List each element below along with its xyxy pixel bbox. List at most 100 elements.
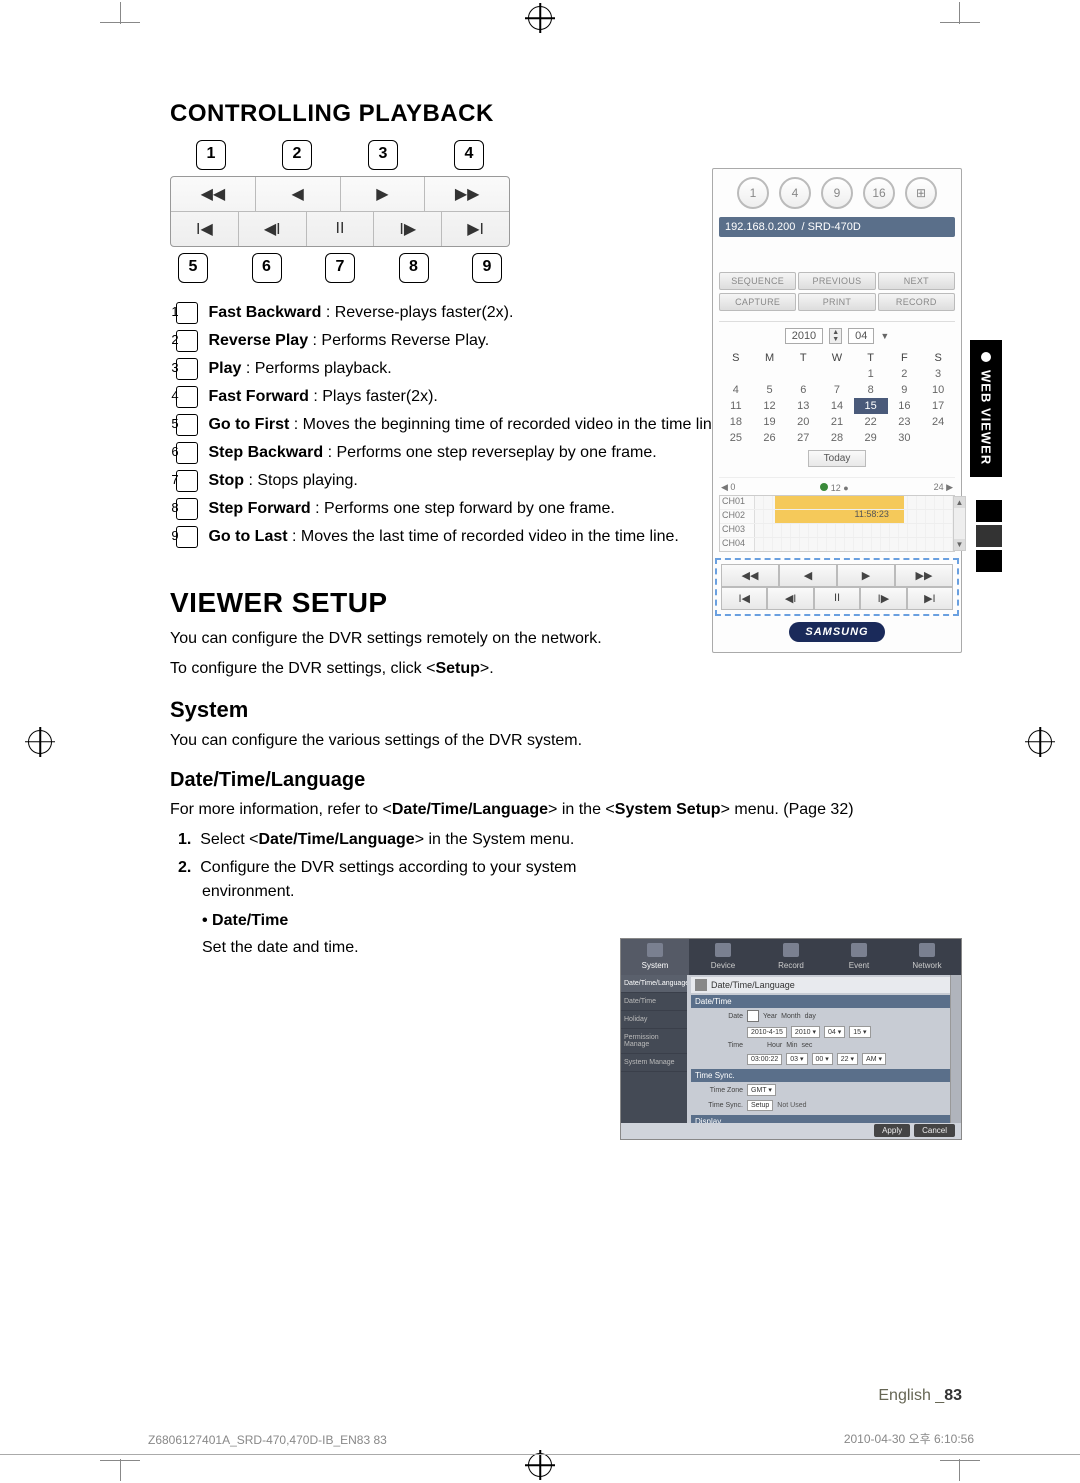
- vp-reverse-play[interactable]: ◀: [779, 564, 837, 587]
- callout-5: 5: [178, 253, 208, 283]
- record-button[interactable]: RECORD: [878, 293, 955, 311]
- settings-side-item[interactable]: Holiday: [621, 1011, 687, 1029]
- section-date-time: Date/Time: [691, 995, 957, 1008]
- year-select[interactable]: 2010 ▾: [791, 1026, 820, 1038]
- vp-fast-backward[interactable]: ◀◀: [721, 564, 779, 587]
- split-9-button[interactable]: 9: [821, 177, 853, 209]
- calendar-day[interactable]: 18: [719, 414, 753, 430]
- date-checkbox[interactable]: [747, 1010, 759, 1022]
- sec-select[interactable]: 22 ▾: [837, 1053, 858, 1065]
- timeline: ◀ 0 12 ● 24 ▶ CH01CH0211:58:23CH03CH04▲▼: [719, 477, 955, 552]
- settings-tab-system[interactable]: System: [621, 939, 689, 975]
- calendar-day[interactable]: 12: [753, 398, 787, 414]
- today-button[interactable]: Today: [808, 450, 866, 467]
- timesync-setup-button[interactable]: Setup: [747, 1100, 773, 1111]
- settings-tab-record[interactable]: Record: [757, 939, 825, 975]
- day-select[interactable]: 15 ▾: [849, 1026, 870, 1038]
- timeline-row-ch02[interactable]: CH0211:58:23: [720, 509, 954, 523]
- calendar-day[interactable]: 1: [854, 366, 888, 382]
- hour-select[interactable]: 03 ▾: [786, 1053, 807, 1065]
- section-display: Display: [691, 1115, 957, 1123]
- calendar-day[interactable]: 14: [820, 398, 854, 414]
- calendar-day[interactable]: 17: [921, 398, 955, 414]
- cancel-button[interactable]: Cancel: [914, 1124, 955, 1137]
- calendar-day[interactable]: 19: [753, 414, 787, 430]
- go-first-button[interactable]: I◀: [171, 212, 239, 246]
- next-button[interactable]: NEXT: [878, 272, 955, 290]
- calendar-day[interactable]: 24: [921, 414, 955, 430]
- calendar-day[interactable]: 6: [786, 382, 820, 398]
- timeline-scrollbar[interactable]: ▲▼: [953, 496, 966, 551]
- settings-side-item[interactable]: Date/Time/Language: [621, 975, 687, 993]
- split-4-button[interactable]: 4: [779, 177, 811, 209]
- settings-tab-network[interactable]: Network: [893, 939, 961, 975]
- settings-tab-device[interactable]: Device: [689, 939, 757, 975]
- vp-go-first[interactable]: I◀: [721, 587, 767, 610]
- calendar-day[interactable]: 8: [854, 382, 888, 398]
- calendar-day[interactable]: 25: [719, 430, 753, 446]
- vp-go-last[interactable]: ▶I: [907, 587, 953, 610]
- timeline-row-ch04[interactable]: CH04: [720, 537, 954, 551]
- year-field[interactable]: 2010: [785, 328, 823, 344]
- calendar-day[interactable]: 26: [753, 430, 787, 446]
- step-forward-button[interactable]: I▶: [374, 212, 442, 246]
- calendar-day[interactable]: 20: [786, 414, 820, 430]
- capture-button[interactable]: CAPTURE: [719, 293, 796, 311]
- calendar-day[interactable]: 16: [888, 398, 922, 414]
- vp-fast-forward[interactable]: ▶▶: [895, 564, 953, 587]
- date-value[interactable]: 2010-4-15: [747, 1027, 787, 1038]
- calendar-day[interactable]: 28: [820, 430, 854, 446]
- step-backward-button[interactable]: ◀I: [239, 212, 307, 246]
- settings-side-item[interactable]: Date/Time: [621, 993, 687, 1011]
- split-1-button[interactable]: 1: [737, 177, 769, 209]
- month-field[interactable]: 04: [848, 328, 874, 344]
- vp-play[interactable]: ▶: [837, 564, 895, 587]
- settings-side-item[interactable]: System Manage: [621, 1054, 687, 1072]
- settings-scrollbar[interactable]: [950, 975, 961, 1123]
- calendar-day[interactable]: 7: [820, 382, 854, 398]
- time-label: Time: [695, 1042, 743, 1049]
- calendar-day[interactable]: 30: [888, 430, 922, 446]
- calendar-day[interactable]: 27: [786, 430, 820, 446]
- calendar-day[interactable]: 3: [921, 366, 955, 382]
- settings-tab-event[interactable]: Event: [825, 939, 893, 975]
- timeline-marker-icon: [820, 483, 828, 491]
- calendar-day[interactable]: 11: [719, 398, 753, 414]
- settings-side-item[interactable]: Permission Manage: [621, 1029, 687, 1054]
- calendar-day[interactable]: 21: [820, 414, 854, 430]
- go-last-button[interactable]: ▶I: [442, 212, 509, 246]
- previous-button[interactable]: PREVIOUS: [798, 272, 875, 290]
- calendar-day[interactable]: 10: [921, 382, 955, 398]
- calendar-day[interactable]: 5: [753, 382, 787, 398]
- year-spinner[interactable]: ▲▼: [829, 328, 842, 344]
- split-extra-button[interactable]: ⊞: [905, 177, 937, 209]
- calendar-day[interactable]: 23: [888, 414, 922, 430]
- calendar-day[interactable]: 13: [786, 398, 820, 414]
- timeline-row-ch03[interactable]: CH03: [720, 523, 954, 537]
- stop-button[interactable]: II: [307, 212, 375, 246]
- section-title: CONTROLLING PLAYBACK: [170, 100, 970, 128]
- vp-stop[interactable]: II: [814, 587, 860, 610]
- reverse-play-button[interactable]: ◀: [256, 177, 341, 211]
- fast-backward-button[interactable]: ◀◀: [171, 177, 256, 211]
- fast-forward-button[interactable]: ▶▶: [425, 177, 509, 211]
- ampm-select[interactable]: AM ▾: [862, 1053, 886, 1065]
- calendar-day[interactable]: 22: [854, 414, 888, 430]
- sequence-button[interactable]: SEQUENCE: [719, 272, 796, 290]
- calendar-day[interactable]: 29: [854, 430, 888, 446]
- split-16-button[interactable]: 16: [863, 177, 895, 209]
- vp-step-forward[interactable]: I▶: [860, 587, 906, 610]
- calendar-day[interactable]: 4: [719, 382, 753, 398]
- month-select[interactable]: 04 ▾: [824, 1026, 845, 1038]
- calendar-day[interactable]: 9: [888, 382, 922, 398]
- calendar-day[interactable]: 15: [854, 398, 888, 414]
- min-select[interactable]: 00 ▾: [812, 1053, 833, 1065]
- time-value[interactable]: 03:00:22: [747, 1054, 782, 1065]
- calendar-day[interactable]: 2: [888, 366, 922, 382]
- print-button[interactable]: PRINT: [798, 293, 875, 311]
- play-button[interactable]: ▶: [341, 177, 426, 211]
- apply-button[interactable]: Apply: [874, 1124, 910, 1137]
- tz-select[interactable]: GMT ▾: [747, 1084, 776, 1096]
- vp-step-backward[interactable]: ◀I: [767, 587, 813, 610]
- timeline-row-ch01[interactable]: CH01: [720, 496, 954, 509]
